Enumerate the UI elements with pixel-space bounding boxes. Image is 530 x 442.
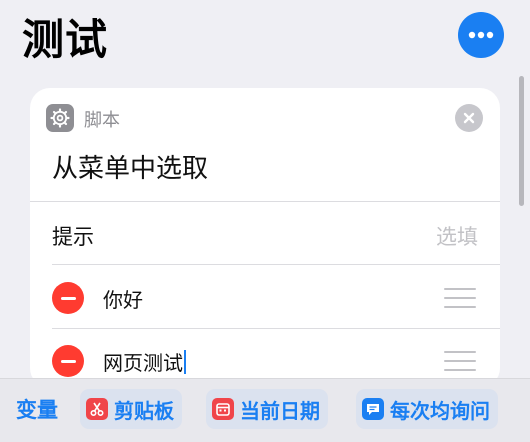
menu-item: 你好 <box>30 266 500 328</box>
chip-label: 每次均询问 <box>390 398 490 423</box>
ask-each-time-variable-chip[interactable]: 每次均询问 <box>356 389 498 429</box>
minus-icon <box>60 296 76 300</box>
minus-icon <box>60 359 76 363</box>
ellipsis-icon <box>468 31 494 39</box>
divider <box>52 264 500 265</box>
more-options-button[interactable] <box>458 12 504 58</box>
remove-item-button[interactable] <box>52 282 84 314</box>
drag-handle-icon[interactable] <box>444 351 476 371</box>
close-button[interactable] <box>455 104 483 132</box>
current-date-variable-chip[interactable]: 当前日期 <box>206 389 328 429</box>
calendar-icon <box>212 398 234 420</box>
clipboard-variable-chip[interactable]: 剪贴板 <box>80 389 182 429</box>
app-icon-badge <box>46 104 74 132</box>
chat-bubble-icon <box>362 398 384 420</box>
action-title: 从菜单中选取 <box>52 154 209 184</box>
prompt-label: 提示 <box>52 225 94 249</box>
chip-label: 剪贴板 <box>114 398 174 423</box>
scissors-icon <box>86 398 108 420</box>
divider <box>30 201 500 202</box>
variables-bar: 变量 剪贴板 当前日期 每次均询问 <box>0 378 530 442</box>
prompt-input[interactable]: 选填 <box>436 221 478 251</box>
chip-label: 当前日期 <box>240 398 320 423</box>
app-name: 脚本 <box>84 110 120 131</box>
action-card: 脚本 从菜单中选取 提示 选填 你好 网页测试 <box>30 88 500 388</box>
action-card-header: 脚本 从菜单中选取 <box>30 88 500 200</box>
scrollbar-thumb[interactable] <box>519 76 524 206</box>
menu-item-label[interactable]: 你好 <box>103 284 143 313</box>
page-title: 测试 <box>22 15 109 64</box>
text-cursor <box>184 350 186 374</box>
menu-item-label: 网页测试 <box>103 351 183 375</box>
close-icon <box>463 112 475 124</box>
menu-item-input[interactable]: 网页测试 <box>103 347 186 376</box>
drag-handle-icon[interactable] <box>444 288 476 308</box>
remove-item-button[interactable] <box>52 345 84 377</box>
gear-icon <box>50 108 70 128</box>
variables-button[interactable]: 变量 <box>16 394 58 424</box>
